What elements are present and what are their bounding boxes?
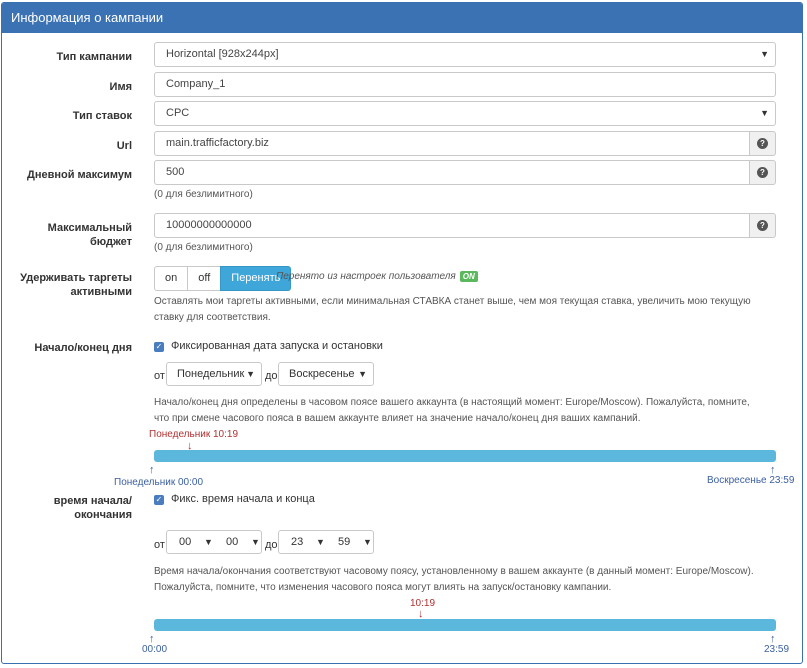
day-from-label: от [154,370,165,382]
time-end-handle-arrow-up-icon[interactable]: ↑ [770,634,776,645]
time-range-hint: Время начала/окончания соответствуют час… [154,566,754,593]
day-marker-label: Понедельник 10:19 [149,429,239,440]
keep-targets-label-line1: Удерживать таргеты [20,272,132,284]
question-circle-icon: ? [757,137,768,149]
time-range-slider-track[interactable] [154,619,776,631]
time-range-label-line1: время начала/ [53,495,132,507]
time-start-label: 00:00 [142,644,168,655]
max-budget-input[interactable]: 10000000000000 [154,213,750,238]
caret-down-icon: ▼ [251,537,260,547]
day-from-select[interactable]: Понедельник ▼ [166,362,262,386]
keep-targets-toggle-group: on off Перенять [154,266,292,291]
keep-targets-label: Удерживать таргеты активными [12,271,132,299]
time-end-label: 23:59 [764,644,790,655]
daily-max-label: Дневной максимум [27,169,132,181]
caret-down-icon: ▼ [760,49,769,59]
time-from-label: от [154,539,165,551]
time-to-select[interactable]: 23 ▼ 59 ▼ [278,530,374,554]
day-to-label: до [265,370,278,382]
day-range-checkbox-label: Фиксированная дата запуска и остановки [171,340,383,352]
panel-title: Информация о кампании [2,3,802,33]
name-label: Имя [109,81,132,93]
time-to-hour[interactable]: 23 [291,531,303,553]
day-range-hint: Начало/конец дня определены в часовом по… [154,397,750,424]
day-range-slider-track[interactable] [154,450,776,462]
url-label: Url [116,140,132,152]
campaign-type-value: Horizontal [928x244px] [166,48,279,60]
keep-targets-on-button[interactable]: on [154,266,189,291]
keep-targets-inherited-note: Перенято из настроек пользователя ON [276,271,478,282]
daily-max-hint: (0 для безлимитного) [154,189,253,200]
checkmark-icon: ✓ [155,495,163,504]
time-from-minute[interactable]: 00 [226,531,238,553]
campaign-type-select[interactable]: Horizontal [928x244px] ▼ [154,42,776,67]
bid-type-select[interactable]: CPC ▼ [154,101,776,126]
time-from-select[interactable]: 00 ▼ 00 ▼ [166,530,262,554]
keep-targets-hint: Оставлять мои таргеты активными, если ми… [154,296,751,323]
max-budget-hint: (0 для безлимитного) [154,242,253,253]
day-to-select[interactable]: Воскресенье ▼ [278,362,374,386]
time-to-minute[interactable]: 59 [338,531,350,553]
max-budget-label: Максимальный бюджет [12,221,132,249]
max-budget-label-line1: Максимальный [47,222,132,234]
checkmark-icon: ✓ [155,342,163,351]
arrow-down-icon: ↓ [418,608,424,620]
time-to-label: до [265,539,278,551]
caret-down-icon: ▼ [316,537,325,547]
day-end-label: Воскресенье 23:59 [707,475,795,486]
time-range-label-line2: окончания [74,509,132,521]
caret-down-icon: ▼ [358,369,367,379]
bid-type-value: CPC [166,107,190,119]
day-start-label: Понедельник 00:00 [114,477,204,488]
time-start-handle-arrow-up-icon[interactable]: ↑ [149,634,155,645]
caret-down-icon: ▼ [760,108,769,118]
keep-targets-label-line2: активными [70,286,132,298]
time-from-hour[interactable]: 00 [179,531,191,553]
day-end-handle-arrow-up-icon[interactable]: ↑ [770,465,776,476]
url-input[interactable]: main.trafficfactory.biz [154,131,750,156]
day-range-checkbox[interactable]: ✓ [154,342,164,352]
max-budget-label-line2: бюджет [89,236,132,248]
time-range-checkbox-label: Фикс. время начала и конца [171,493,315,505]
bid-type-label: Тип ставок [72,110,132,122]
daily-max-input[interactable]: 500 [154,160,750,185]
caret-down-icon: ▼ [204,537,213,547]
url-help-button[interactable]: ? [750,131,776,156]
max-budget-help-button[interactable]: ? [750,213,776,238]
keep-targets-off-button[interactable]: off [187,266,222,291]
time-range-checkbox[interactable]: ✓ [154,495,164,505]
day-range-label: Начало/конец дня [34,342,132,354]
day-start-handle-arrow-up-icon[interactable]: ↑ [149,465,155,476]
question-circle-icon: ? [757,166,768,178]
daily-max-help-button[interactable]: ? [750,160,776,185]
campaign-type-label: Тип кампании [56,51,132,63]
day-to-value: Воскресенье [289,368,355,380]
caret-down-icon: ▼ [363,537,372,547]
campaign-info-panel: Информация о кампании Тип кампании Horiz… [1,2,803,664]
status-badge: ON [459,271,478,282]
name-input[interactable]: Company_1 [154,72,776,97]
inherited-note-text: Перенято из настроек пользователя [276,271,456,283]
caret-down-icon: ▼ [246,369,255,379]
question-circle-icon: ? [757,219,768,231]
time-range-label: время начала/ окончания [12,494,132,522]
day-from-value: Понедельник [177,368,245,380]
